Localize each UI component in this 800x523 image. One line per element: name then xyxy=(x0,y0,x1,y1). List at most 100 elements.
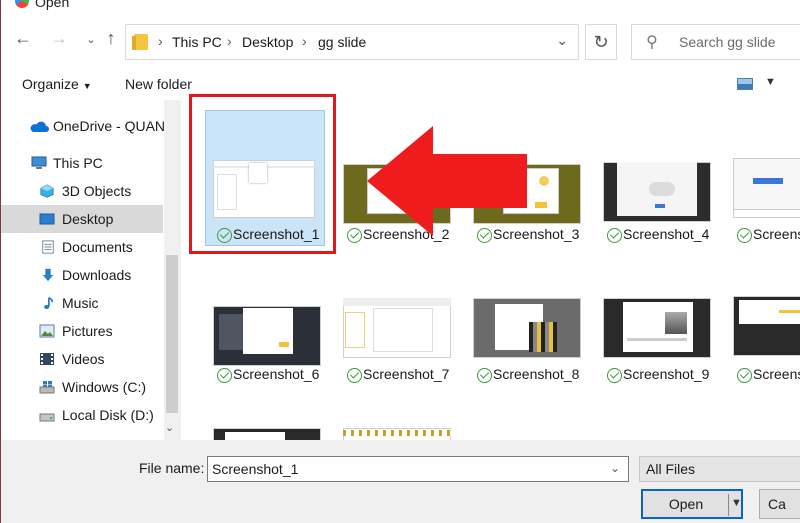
cancel-button-label: Ca xyxy=(768,496,786,512)
view-options-caret-icon[interactable]: ▼ xyxy=(765,76,776,88)
file-tile-screenshot-10[interactable]: Screensh xyxy=(707,240,800,383)
title-bar: Open xyxy=(1,0,800,12)
organize-menu[interactable]: Organize ▼ xyxy=(22,76,92,92)
sidebar-scroll-thumb[interactable] xyxy=(166,255,178,413)
file-name-label: File name: xyxy=(139,460,205,476)
sidebar-item-downloads[interactable]: Downloads xyxy=(1,261,163,289)
file-tile-screenshot-1[interactable]: Screenshot_1 xyxy=(187,100,325,246)
split-divider xyxy=(728,494,729,516)
back-arrow-icon[interactable]: ← xyxy=(11,28,35,49)
3d-objects-icon xyxy=(40,184,54,198)
file-thumbnail xyxy=(733,296,800,356)
app-icon xyxy=(15,0,29,8)
window-title: Open xyxy=(35,0,70,10)
new-folder-button[interactable]: New folder xyxy=(125,76,192,92)
file-tile-screenshot-9[interactable]: Screenshot_9 xyxy=(577,240,711,383)
sync-status-check-icon xyxy=(737,368,752,383)
sidebar-item-label: Videos xyxy=(62,351,105,367)
folder-icon xyxy=(132,34,148,50)
file-tile-screenshot-8[interactable]: Screenshot_8 xyxy=(447,240,581,383)
pictures-icon xyxy=(39,324,55,338)
windows-drive-icon xyxy=(39,381,55,394)
scroll-down-chevron-icon[interactable]: ⌄ xyxy=(165,421,174,434)
command-bar: Organize ▼ New folder ▼ xyxy=(1,70,800,100)
open-button-label: Open xyxy=(668,496,704,512)
file-type-select[interactable]: All Files xyxy=(639,456,800,482)
address-bar[interactable]: › This PC › Desktop › gg slide ⌄ xyxy=(125,24,579,60)
sidebar-item-onedrive[interactable]: OneDrive - QUAN xyxy=(1,112,166,140)
chevron-right-icon[interactable]: › xyxy=(227,33,232,49)
file-tile-partial[interactable] xyxy=(187,380,321,440)
file-thumbnail xyxy=(213,160,315,218)
sidebar-item-label: Windows (C:) xyxy=(62,379,147,395)
sidebar-item-this-pc[interactable]: This PC xyxy=(1,149,163,177)
sync-status-check-icon xyxy=(607,368,622,383)
sidebar-item-label: Desktop xyxy=(62,211,114,227)
open-button[interactable]: Open ▼ xyxy=(641,489,743,519)
breadcrumb-gg-slide[interactable]: gg slide xyxy=(318,34,366,50)
desktop-icon xyxy=(39,213,55,225)
sidebar-item-desktop[interactable]: Desktop xyxy=(1,205,163,233)
music-note-icon xyxy=(44,296,54,309)
file-type-value: All Files xyxy=(646,461,696,477)
sidebar-item-videos[interactable]: Videos xyxy=(1,345,163,373)
file-thumbnail xyxy=(603,298,711,358)
cancel-button[interactable]: Ca xyxy=(759,489,800,519)
change-view-icon[interactable] xyxy=(737,78,753,90)
download-arrow-icon xyxy=(42,268,54,282)
file-thumbnail xyxy=(213,428,321,440)
file-thumbnail xyxy=(473,298,581,358)
file-name-dropdown-chevron-icon[interactable]: ⌄ xyxy=(610,461,620,475)
breadcrumb-desktop[interactable]: Desktop xyxy=(242,34,293,50)
navigation-pane: OneDrive - QUAN This PC 3D Objects Deskt… xyxy=(1,100,181,440)
file-tile-partial[interactable] xyxy=(317,380,451,440)
file-thumbnail xyxy=(733,158,800,218)
sidebar-item-label: Downloads xyxy=(62,267,132,283)
sidebar-item-local-disk-d[interactable]: Local Disk (D:) xyxy=(1,401,163,429)
sidebar-item-label: OneDrive - QUAN xyxy=(53,118,166,134)
disk-drive-icon xyxy=(39,413,55,422)
address-dropdown-chevron-icon[interactable]: ⌄ xyxy=(556,32,568,49)
annotation-arrow-icon xyxy=(367,126,527,236)
open-options-caret-icon[interactable]: ▼ xyxy=(731,497,742,509)
search-icon: ⚲ xyxy=(646,34,658,51)
chevron-right-icon[interactable]: › xyxy=(158,33,163,49)
documents-icon xyxy=(42,240,54,254)
caret-down-icon: ▼ xyxy=(82,81,92,91)
sidebar-item-3d-objects[interactable]: 3D Objects xyxy=(1,177,163,205)
search-box[interactable]: ⚲ Search gg slide xyxy=(631,24,800,60)
file-tile-screenshot-7[interactable]: Screenshot_7 xyxy=(317,240,451,383)
file-name: Screensh xyxy=(753,366,800,382)
sidebar-item-music[interactable]: Music xyxy=(1,289,163,317)
sidebar-item-windows-c[interactable]: Windows (C:) xyxy=(1,373,163,401)
film-icon xyxy=(40,353,54,365)
sidebar-item-label: Documents xyxy=(62,239,133,255)
sidebar-item-pictures[interactable]: Pictures xyxy=(1,317,163,345)
sync-status-check-icon xyxy=(477,368,492,383)
file-tile-screenshot-5[interactable]: Screensh xyxy=(707,100,800,243)
forward-arrow-icon[interactable]: → xyxy=(47,28,71,49)
onedrive-cloud-icon xyxy=(30,121,49,132)
search-placeholder: Search gg slide xyxy=(679,34,776,50)
file-tile-screenshot-6[interactable]: Screenshot_6 xyxy=(187,240,321,383)
open-file-dialog: Open ← → ⌄ ↑ › This PC › Desktop › gg sl… xyxy=(0,0,800,523)
sidebar-item-label: Pictures xyxy=(62,323,113,339)
organize-label: Organize xyxy=(22,76,79,92)
file-name-value: Screenshot_1 xyxy=(212,461,299,477)
sidebar-item-label: Local Disk (D:) xyxy=(62,407,154,423)
breadcrumb-this-pc[interactable]: This PC xyxy=(172,34,222,50)
computer-icon xyxy=(31,156,47,169)
sidebar-item-label: 3D Objects xyxy=(62,183,132,199)
chevron-right-icon[interactable]: › xyxy=(302,33,307,49)
file-name-input[interactable]: Screenshot_1 ⌄ xyxy=(207,456,629,482)
file-thumbnail xyxy=(343,428,451,440)
file-thumbnail xyxy=(343,298,451,358)
refresh-icon[interactable]: ↻ xyxy=(585,24,617,60)
sidebar-item-documents[interactable]: Documents xyxy=(1,233,163,261)
dialog-footer: File name: Screenshot_1 ⌄ All Files Open… xyxy=(1,440,800,523)
file-thumbnail xyxy=(213,306,321,366)
sidebar-item-label: This PC xyxy=(53,155,103,171)
file-tile-screenshot-4[interactable]: Screenshot_4 xyxy=(577,100,711,243)
sidebar-item-label: Music xyxy=(62,295,99,311)
up-arrow-icon[interactable]: ↑ xyxy=(99,28,123,49)
